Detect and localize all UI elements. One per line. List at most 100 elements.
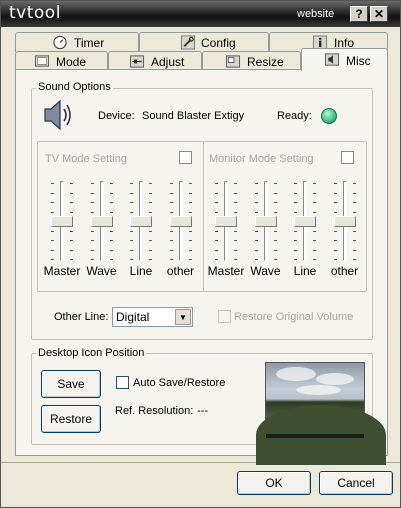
slider-tick: [333, 259, 337, 260]
slider-tick: [51, 192, 54, 194]
slider-thumb-master[interactable]: [215, 215, 237, 227]
title-bar[interactable]: tvtool website ? ✕: [1, 1, 400, 27]
slider-tick: [313, 240, 316, 241]
slider-label-other: other: [330, 264, 359, 278]
other-line-value: Digital: [116, 310, 150, 324]
slider-tick: [51, 202, 54, 203]
slider-tick: [109, 192, 113, 194]
tab-adjust-label: Adjust: [151, 55, 185, 69]
slider-tick: [273, 183, 277, 184]
help-button[interactable]: ?: [350, 6, 368, 22]
other-line-label: Other Line:: [54, 311, 109, 323]
website-link[interactable]: website: [297, 8, 334, 20]
slider-tick: [294, 240, 297, 241]
slider-thumb-wave[interactable]: [254, 215, 277, 227]
slider-tick: [188, 240, 192, 241]
slider-tick: [352, 192, 356, 194]
tab-resize[interactable]: Resize: [202, 51, 301, 71]
slider-tick: [234, 211, 237, 213]
slider-tick: [149, 211, 152, 213]
slider-thumb-line[interactable]: [130, 215, 152, 227]
tab-resize-label: Resize: [247, 55, 284, 69]
slider-tick: [130, 183, 133, 184]
monitor-icon: [34, 55, 50, 67]
slider-thumb-other[interactable]: [169, 215, 192, 227]
slider-tick: [352, 230, 356, 232]
clock-icon: [53, 35, 67, 50]
slider-tick: [169, 183, 173, 184]
slider-tick: [70, 202, 73, 203]
slider-label-line: Line: [129, 264, 153, 278]
slider-thumb-line[interactable]: [294, 215, 316, 227]
monitor-mode-title: Monitor Mode Setting: [209, 153, 314, 165]
desktop-icon-title: Desktop Icon Position: [36, 347, 147, 359]
slider-tick: [51, 249, 54, 251]
save-button[interactable]: Save: [41, 370, 101, 398]
slider-tick: [352, 183, 356, 184]
slider-tick: [254, 240, 258, 241]
slider-tick: [294, 183, 297, 184]
slider-tick: [90, 183, 94, 184]
slider-tick: [234, 192, 237, 194]
tab-misc-label: Misc: [346, 54, 371, 68]
restore-volume-label: Restore Original Volume: [234, 311, 354, 323]
slider-tick: [333, 192, 337, 194]
tab-adjust[interactable]: Adjust: [108, 51, 202, 71]
slider-label-master: Master: [43, 264, 81, 278]
ready-indicator-led: [321, 108, 337, 124]
auto-save-checkbox[interactable]: [116, 376, 129, 389]
restore-button[interactable]: Restore: [41, 405, 101, 433]
tab-misc[interactable]: Misc: [301, 48, 388, 71]
tv-mode-title: TV Mode Setting: [45, 153, 127, 165]
slider-tick: [313, 202, 316, 203]
ref-resolution-label: Ref. Resolution:: [115, 405, 194, 417]
slider-tick: [149, 183, 152, 184]
ready-label: Ready:: [277, 110, 312, 122]
slider-tick: [352, 202, 356, 203]
monitor-mode-checkbox[interactable]: [341, 151, 354, 164]
slider-tick: [215, 240, 218, 241]
ok-button[interactable]: OK: [237, 471, 311, 495]
slider-tick: [313, 259, 316, 260]
cancel-button[interactable]: Cancel: [319, 471, 393, 495]
slider-tick: [169, 211, 173, 213]
tv-mode-checkbox[interactable]: [179, 151, 192, 164]
close-button[interactable]: ✕: [370, 6, 388, 22]
slider-tick: [149, 240, 152, 241]
slider-tick: [254, 202, 258, 203]
slider-label-master: Master: [207, 264, 245, 278]
tab-mode[interactable]: Mode: [15, 51, 108, 71]
tab-config[interactable]: Config: [139, 32, 269, 52]
slider-tick: [51, 240, 54, 241]
auto-save-label: Auto Save/Restore: [133, 377, 226, 389]
slider-tick: [130, 202, 133, 203]
slider-tick: [130, 230, 133, 232]
tab-mode-label: Mode: [56, 55, 87, 69]
slider-label-wave: Wave: [250, 264, 281, 278]
slider-thumb-other[interactable]: [333, 215, 356, 227]
slider-tick: [273, 249, 277, 251]
slider-tick: [70, 249, 73, 251]
slider-tick: [294, 230, 297, 232]
slider-tick: [188, 211, 192, 213]
slider-tick: [90, 230, 94, 232]
slider-tick: [333, 202, 337, 203]
tab-timer[interactable]: Timer: [15, 32, 139, 52]
other-line-select[interactable]: Digital ▼: [112, 307, 193, 327]
slider-thumb-wave[interactable]: [90, 215, 113, 227]
tab-timer-label: Timer: [74, 36, 105, 50]
slider-tick: [188, 202, 192, 203]
slider-tick: [294, 259, 297, 260]
slider-tick: [234, 240, 237, 241]
mode-divider: [203, 141, 204, 292]
slider-tick: [273, 259, 277, 260]
slider-tick: [273, 202, 277, 203]
slider-tick: [169, 230, 173, 232]
slider-thumb-master[interactable]: [51, 215, 73, 227]
slider-tick: [149, 249, 152, 251]
slider-tick: [273, 240, 277, 241]
chevron-down-icon[interactable]: ▼: [175, 309, 191, 325]
slider-tick: [70, 183, 73, 184]
slider-tick: [188, 230, 192, 232]
restore-volume-checkbox[interactable]: [218, 310, 231, 323]
